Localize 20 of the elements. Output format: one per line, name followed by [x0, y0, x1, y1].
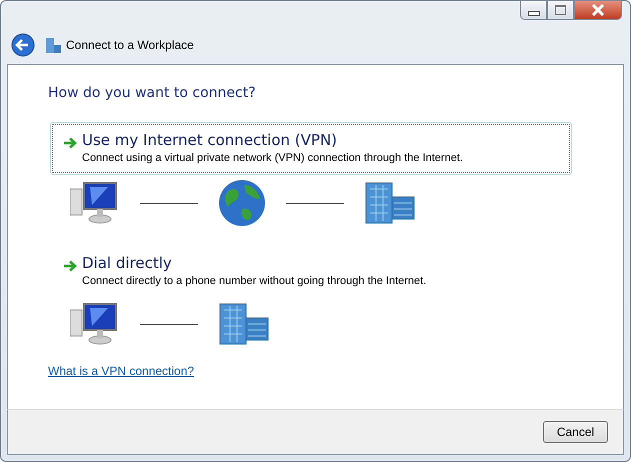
help-link[interactable]: What is a VPN connection? [48, 364, 194, 378]
window-title: Connect to a Workplace [66, 38, 194, 52]
minimize-button[interactable] [520, 0, 547, 20]
building-icon [45, 36, 62, 54]
computer-icon [70, 181, 120, 225]
globe-icon [218, 179, 266, 227]
connection-option[interactable]: Use my Internet connection (VPN) Connect using a virtual private network (VPN) connection through the Internet. [50, 122, 572, 175]
maximize-button[interactable] [547, 0, 574, 20]
page-heading: How do you want to connect? [48, 85, 256, 101]
connector-line [140, 202, 198, 204]
building-icon [364, 181, 416, 225]
computer-icon [70, 302, 120, 346]
cancel-button[interactable]: Cancel [543, 421, 608, 443]
close-button[interactable] [574, 0, 622, 20]
back-button[interactable] [10, 32, 36, 58]
close-icon [591, 4, 605, 16]
connector-line [286, 202, 344, 204]
building-icon [218, 302, 270, 346]
arrow-icon [63, 260, 77, 272]
arrow-icon [63, 137, 77, 149]
